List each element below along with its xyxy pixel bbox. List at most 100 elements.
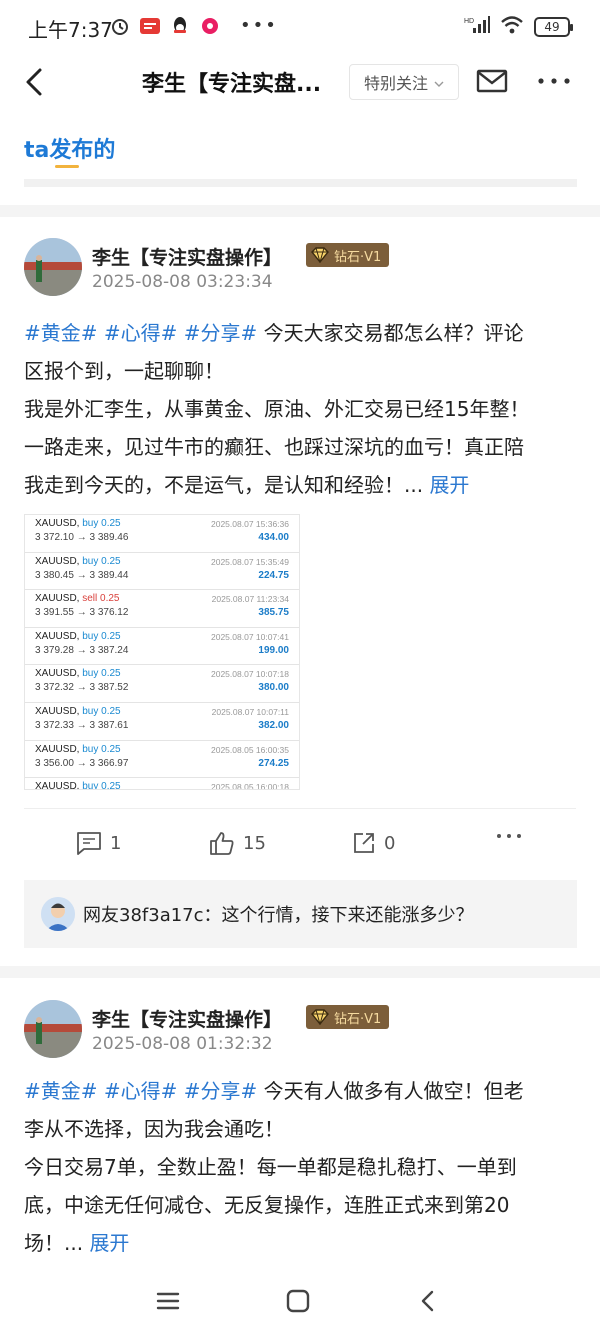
- expand-link[interactable]: 展开: [429, 473, 469, 497]
- trade-date: 2025.08.07 15:36:36: [211, 519, 289, 529]
- share-count: 0: [384, 832, 396, 854]
- tab-published[interactable]: ta发布的: [24, 132, 115, 164]
- trade-side: buy 0.25: [82, 705, 121, 717]
- post-text-line: 李从不选择，因为我会通吃！: [24, 1117, 284, 1141]
- trade-symbol-text: XAUUSD,: [35, 593, 80, 605]
- comment-count: 1: [110, 832, 122, 854]
- commenter-avatar: [41, 897, 75, 931]
- tag-link[interactable]: #分享#: [184, 1079, 258, 1103]
- post-text-segment: 场！...: [24, 1231, 84, 1255]
- status-notification-icons: •••: [110, 15, 278, 36]
- author-name[interactable]: 李生【专注实盘操作】: [92, 243, 282, 270]
- like-icon: [210, 832, 234, 855]
- trade-date: 2025.08.07 10:07:41: [211, 631, 289, 642]
- trade-symbol: XAUUSD, buy 0.25: [35, 518, 121, 529]
- post-header: 李生【专注实盘操作】 钻石·V1 2025-08-08 03:23:34: [24, 238, 576, 308]
- post-text-segment: 今天有人做多有人做空！但老: [263, 1079, 524, 1103]
- trade-symbol-text: XAUUSD,: [35, 630, 80, 642]
- trade-profit: 224.75: [258, 569, 289, 581]
- share-button[interactable]: 0: [352, 831, 395, 855]
- status-right-icons: HD 49: [464, 15, 573, 39]
- post-image-trades[interactable]: XAUUSD, buy 0.25 2025.08.07 15:36:36 3 372…: [24, 514, 300, 790]
- top-comment[interactable]: 网友38f3a17c：这个行情，接下来还能涨多少？: [24, 880, 577, 948]
- post-text-line: 我是外汇李生，从事黄金、原油、外汇交易已经15年整！: [24, 397, 530, 421]
- post-text-line: #黄金# #心得# #分享# 今天大家交易都怎么样？评论: [24, 314, 576, 352]
- trade-profit: 380.00: [258, 682, 289, 694]
- level-badge: 钻石·V1: [306, 1005, 390, 1029]
- author-name[interactable]: 李生【专注实盘操作】: [92, 1005, 282, 1032]
- post-text[interactable]: #黄金# #心得# #分享# 今天有人做多有人做空！但老 李从不选择，因为我会通…: [24, 1072, 576, 1262]
- trade-side: buy 0.25: [82, 555, 121, 567]
- trade-date: 2025.08.05 16:00:18: [211, 782, 289, 790]
- badge-label: 钻石·V1: [334, 1011, 382, 1027]
- trade-profit: 274.25: [258, 757, 289, 769]
- trade-row: XAUUSD, buy 0.25 2025.08.07 10:07:41 3 379…: [25, 628, 299, 666]
- status-time: 上午7:37: [28, 18, 113, 42]
- mail-icon[interactable]: [476, 68, 508, 94]
- trade-symbol-text: XAUUSD,: [35, 781, 80, 790]
- like-count: 15: [243, 832, 266, 854]
- trade-side: sell 0.25: [82, 593, 120, 605]
- trade-prices: 3 379.28 → 3 387.24: [35, 644, 129, 656]
- back-arrow-icon[interactable]: [20, 66, 50, 98]
- tab-divider: [24, 179, 577, 187]
- post-text-segment: 今天大家交易都怎么样？评论: [263, 321, 524, 345]
- trade-symbol: XAUUSD, buy 0.25: [35, 706, 121, 717]
- comment-icon: [77, 832, 101, 855]
- wifi-icon: [500, 15, 524, 39]
- trade-profit: 385.75: [258, 607, 289, 619]
- comment-button[interactable]: 1: [76, 831, 121, 855]
- like-button[interactable]: 15: [209, 831, 266, 855]
- special-follow-button[interactable]: 特别关注: [349, 64, 459, 100]
- trade-symbol-text: XAUUSD,: [35, 555, 80, 567]
- trade-prices: 3 372.33 → 3 387.61: [35, 719, 129, 731]
- page-title: 李生【专注实盘...: [142, 72, 322, 97]
- back-nav-icon[interactable]: [416, 1288, 442, 1314]
- trade-side: buy 0.25: [82, 743, 121, 755]
- trade-symbol: XAUUSD, sell 0.25: [35, 593, 119, 604]
- status-bar: 上午7:37 ••• HD 49: [0, 0, 600, 56]
- trade-symbol: XAUUSD, buy 0.25: [35, 631, 121, 642]
- section-divider: [0, 205, 600, 217]
- post-actions: 1 15 0: [24, 808, 576, 880]
- alarm-icon: [110, 16, 130, 36]
- badge-label: 钻石·V1: [334, 249, 382, 265]
- trade-side: buy 0.25: [82, 668, 121, 680]
- tag-link[interactable]: #黄金#: [24, 1079, 98, 1103]
- more-icon[interactable]: [536, 68, 572, 94]
- avatar[interactable]: [24, 1000, 82, 1058]
- trade-symbol: XAUUSD, buy 0.25: [35, 744, 121, 755]
- tag-link[interactable]: #黄金#: [24, 321, 98, 345]
- tab-section: ta发布的: [0, 108, 600, 204]
- tag-link[interactable]: #分享#: [184, 321, 258, 345]
- post-text[interactable]: #黄金# #心得# #分享# 今天大家交易都怎么样？评论 区报个到，一起聊聊！ …: [24, 314, 576, 504]
- tag-link[interactable]: #心得#: [104, 321, 178, 345]
- post-timestamp: 2025-08-08 03:23:34: [92, 272, 273, 292]
- post-more-button[interactable]: [496, 831, 522, 841]
- tag-link[interactable]: #心得#: [104, 1079, 178, 1103]
- post-text-line: 一路走来，见过牛市的癫狂、也踩过深坑的血亏！真正陪: [24, 435, 524, 459]
- trade-prices: 3 380.45 → 3 389.44: [35, 569, 129, 581]
- level-badge: 钻石·V1: [306, 243, 390, 267]
- follow-button-label: 特别关注: [363, 74, 428, 93]
- qq-icon: [170, 16, 190, 36]
- trade-prices: 3 372.10 → 3 389.46: [35, 532, 129, 543]
- trade-side: buy 0.25: [82, 781, 121, 790]
- avatar[interactable]: [24, 238, 82, 296]
- trade-symbol-text: XAUUSD,: [35, 668, 80, 680]
- post-timestamp: 2025-08-08 01:32:32: [92, 1034, 273, 1054]
- system-nav-bar: [0, 1270, 600, 1333]
- expand-link[interactable]: 展开: [89, 1231, 129, 1255]
- trade-symbol-text: XAUUSD,: [35, 743, 80, 755]
- trade-profit: 382.00: [258, 719, 289, 731]
- trade-row: XAUUSD, buy 0.25 2025.08.07 10:07:18 3 372…: [25, 665, 299, 703]
- home-icon[interactable]: [285, 1288, 311, 1314]
- diamond-icon: [311, 1009, 329, 1025]
- post-text-line: 场！... 展开: [24, 1224, 576, 1262]
- trade-symbol-text: XAUUSD,: [35, 705, 80, 717]
- trade-symbol-text: XAUUSD,: [35, 518, 80, 529]
- menu-icon[interactable]: [155, 1288, 181, 1314]
- post-text-line: 今日交易7单，全数止盈！每一单都是稳扎稳打、一单到: [24, 1155, 517, 1179]
- post-text-line: #黄金# #心得# #分享# 今天有人做多有人做空！但老: [24, 1072, 576, 1110]
- post-text-line: 区报个到，一起聊聊！: [24, 359, 224, 383]
